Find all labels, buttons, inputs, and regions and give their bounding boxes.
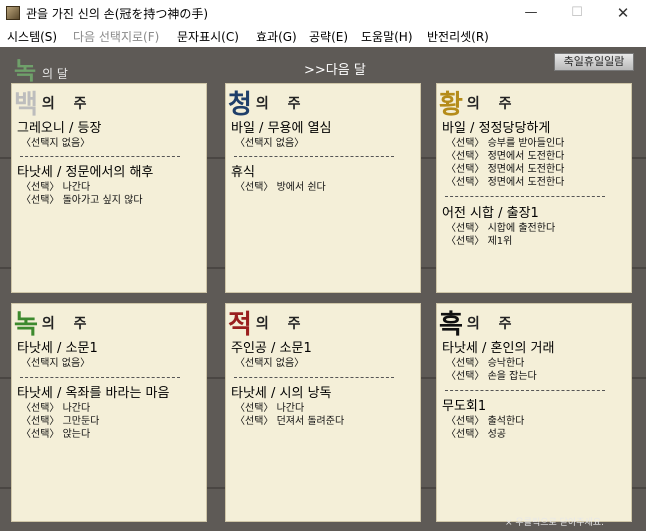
choice-item: 〈선택〉 정면에서 도전한다 [446,177,565,188]
week-label: 의 주 [255,315,308,332]
event-section: 타낫세 / 혼인의 거래 〈선택〉 승낙한다 〈선택〉 손을 잡는다 [442,340,630,383]
event-title: 주인공 / 소문1 [231,341,312,356]
event-title: 그레오니 / 등장 [17,121,102,136]
dashed-divider [445,196,605,197]
event-title: 무도회1 [442,399,487,414]
dashed-divider [445,390,605,391]
choice-item: 〈선택〉 출석한다 [446,416,525,427]
week-panel-white: 백의 주 그레오니 / 등장 〈선택지 없음〉 타낫세 / 정문에서의 해후 〈… [11,83,207,293]
event-section: 휴식 〈선택〉 방에서 쉰다 [231,164,419,194]
event-section: 바일 / 정정당당하게 〈선택〉 승부를 받아들인다 〈선택〉 정면에서 도전한… [442,120,630,189]
maximize-button[interactable]: ☐ [554,0,600,26]
choice-item: 〈선택지 없음〉 [235,138,305,149]
close-button[interactable]: ✕ [600,0,646,26]
event-title: 타낫세 / 소문1 [17,341,98,356]
week-header: 흑의 주 [439,304,519,340]
choice-item: 〈선택〉 손을 잡는다 [446,371,537,382]
choice-item: 〈선택〉 정면에서 도전한다 [446,151,565,162]
menu-next-choice[interactable]: 다음 선택지로(F) [73,28,159,45]
choice-item: 〈선택〉 그만둔다 [21,416,100,427]
menu-text-display[interactable]: 문자표시(C) [177,28,239,45]
menu-system[interactable]: 시스템(S) [7,28,57,45]
event-title: 어전 시합 / 출장1 [442,206,539,221]
close-hint: × 우클릭으로 닫아주세요. [505,518,604,528]
title-bar: 관을 가진 신의 손(冠を持つ神の手) — ☐ ✕ [0,0,646,26]
event-section: 타낫세 / 소문1 〈선택지 없음〉 [17,340,205,370]
week-header: 황의 주 [439,84,519,120]
week-header: 청의 주 [228,84,308,120]
choice-item: 〈선택〉 승부를 받아들인다 [446,138,565,149]
month-suffix: 의 달 [42,67,68,81]
dashed-divider [234,377,394,378]
choice-item: 〈선택지 없음〉 [21,358,91,369]
week-panel-blue: 청의 주 바일 / 무용에 열심 〈선택지 없음〉 휴식 〈선택〉 방에서 쉰다 [225,83,421,293]
event-section: 어전 시합 / 출장1 〈선택〉 시합에 출전한다 〈선택〉 제1위 [442,205,630,248]
event-title: 휴식 [231,165,255,180]
choice-item: 〈선택〉 던져서 돌려준다 [235,416,345,427]
menu-help[interactable]: 도움말(H) [361,28,413,45]
week-header: 백의 주 [14,84,94,120]
choice-item: 〈선택〉 나간다 [235,403,305,414]
week-color-char: 청 [228,90,252,120]
choice-item: 〈선택〉 시합에 출전한다 [446,223,556,234]
event-title: 바일 / 무용에 열심 [231,121,332,136]
event-title: 바일 / 정정당당하게 [442,121,551,136]
event-title: 타낫세 / 정문에서의 해후 [17,165,154,180]
event-section: 그레오니 / 등장 〈선택지 없음〉 [17,120,205,150]
week-label: 의 주 [466,95,519,112]
week-color-char: 녹 [14,310,38,340]
event-title: 타낫세 / 혼인의 거래 [442,341,555,356]
menu-walkthrough[interactable]: 공략(E) [309,28,348,45]
holiday-list-button[interactable]: 축일휴일일람 [554,53,634,71]
week-label: 의 주 [255,95,308,112]
week-panel-green: 녹의 주 타낫세 / 소문1 〈선택지 없음〉 타낫세 / 옥좌를 바라는 마음… [11,303,207,522]
week-color-char: 백 [14,90,38,120]
event-section: 바일 / 무용에 열심 〈선택지 없음〉 [231,120,419,150]
choice-item: 〈선택지 없음〉 [235,358,305,369]
choice-item: 〈선택〉 나간다 [21,182,91,193]
week-panel-yellow: 황의 주 바일 / 정정당당하게 〈선택〉 승부를 받아들인다 〈선택〉 정면에… [436,83,632,293]
week-panel-black: 흑의 주 타낫세 / 혼인의 거래 〈선택〉 승낙한다 〈선택〉 손을 잡는다 … [436,303,632,522]
dashed-divider [234,156,394,157]
month-color-char: 녹 [14,56,37,85]
choice-item: 〈선택〉 앉는다 [21,429,91,440]
choice-item: 〈선택〉 방에서 쉰다 [235,182,326,193]
event-section: 타낫세 / 시의 낭독 〈선택〉 나간다 〈선택〉 던져서 돌려준다 [231,385,419,428]
choice-item: 〈선택〉 나간다 [21,403,91,414]
menu-reverse-reset[interactable]: 반전리셋(R) [427,28,489,45]
week-color-char: 흑 [439,310,463,340]
event-section: 타낫세 / 정문에서의 해후 〈선택〉 나간다 〈선택〉 돌아가고 싶지 않다 [17,164,205,207]
event-title: 타낫세 / 옥좌를 바라는 마음 [17,386,170,401]
menu-bar: 시스템(S) 다음 선택지로(F) 문자표시(C) 효과(G) 공략(E) 도움… [0,26,646,46]
choice-item: 〈선택〉 제1위 [446,236,513,247]
event-section: 주인공 / 소문1 〈선택지 없음〉 [231,340,419,370]
minimize-button[interactable]: — [508,0,554,26]
week-label: 의 주 [466,315,519,332]
event-section: 타낫세 / 옥좌를 바라는 마음 〈선택〉 나간다 〈선택〉 그만둔다 〈선택〉… [17,385,205,441]
week-label: 의 주 [41,95,94,112]
dashed-divider [20,156,180,157]
event-section: 무도회1 〈선택〉 출석한다 〈선택〉 성공 [442,398,630,441]
choice-item: 〈선택〉 돌아가고 싶지 않다 [21,195,143,206]
week-panel-red: 적의 주 주인공 / 소문1 〈선택지 없음〉 타낫세 / 시의 낭독 〈선택〉… [225,303,421,522]
game-area: 녹 의 달 >>다음 달 축일휴일일람 백의 주 그레오니 / 등장 〈선택지 … [0,47,646,531]
week-color-char: 황 [439,90,463,120]
menu-effects[interactable]: 효과(G) [256,28,297,45]
choice-item: 〈선택〉 성공 [446,429,506,440]
choice-item: 〈선택〉 정면에서 도전한다 [446,164,565,175]
dashed-divider [20,377,180,378]
choice-item: 〈선택지 없음〉 [21,138,91,149]
window-title: 관을 가진 신의 손(冠を持つ神の手) [26,7,209,21]
choice-item: 〈선택〉 승낙한다 [446,358,525,369]
event-title: 타낫세 / 시의 낭독 [231,386,332,401]
week-header: 녹의 주 [14,304,94,340]
week-color-char: 적 [228,310,252,340]
week-label: 의 주 [41,315,94,332]
week-header: 적의 주 [228,304,308,340]
app-icon [6,6,20,20]
next-month-link[interactable]: >>다음 달 [304,59,366,78]
